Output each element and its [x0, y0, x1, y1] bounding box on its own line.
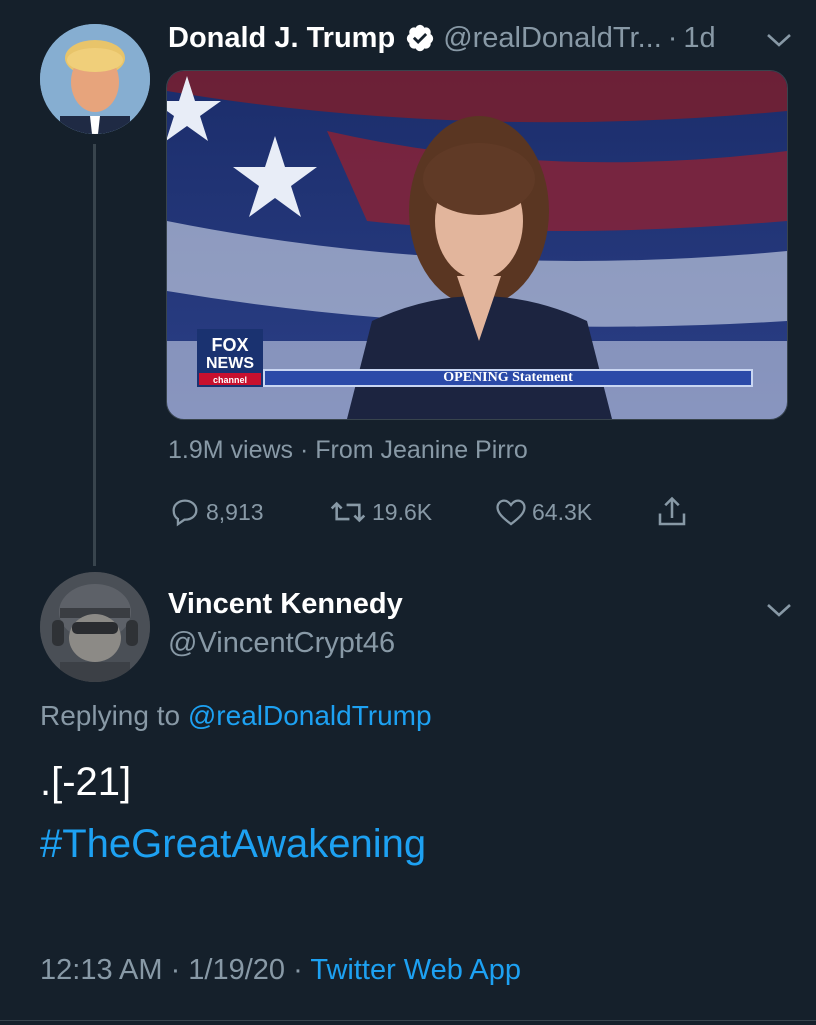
- tweet-actions: 8,913 19.6K 64.3K: [168, 492, 708, 532]
- timestamp: 12:13 AM · 1/19/20 ·: [40, 954, 303, 986]
- reply-count: 8,913: [206, 498, 264, 525]
- avatar-vincent-kennedy[interactable]: [40, 572, 150, 682]
- video-meta: 1.9M views · From Jeanine Pirro: [168, 436, 528, 464]
- like-button[interactable]: 64.3K: [494, 492, 592, 532]
- author-name[interactable]: Donald J. Trump: [168, 22, 395, 55]
- retweet-icon: [330, 501, 366, 523]
- verified-badge-icon: [405, 23, 435, 53]
- reply-chevron-down-icon[interactable]: [764, 600, 794, 620]
- heart-icon: [496, 499, 526, 526]
- hashtag-link[interactable]: #TheGreatAwakening: [40, 822, 426, 867]
- avatar-trump-image: [40, 24, 150, 134]
- tweet-header: Donald J. Trump @realDonaldTr... · 1d: [168, 18, 716, 58]
- share-icon: [658, 496, 686, 526]
- like-count: 64.3K: [532, 498, 593, 525]
- share-button[interactable]: [654, 492, 694, 532]
- reply-author-handle[interactable]: @VincentCrypt46: [168, 627, 395, 660]
- fox-logo-line3: channel: [213, 375, 247, 385]
- retweet-button[interactable]: 19.6K: [328, 492, 432, 532]
- replying-to-mention[interactable]: @realDonaldTrump: [188, 700, 432, 731]
- header-separator: ·: [667, 21, 678, 54]
- replying-prefix: Replying to: [40, 700, 181, 731]
- retweet-count: 19.6K: [372, 498, 433, 525]
- lower-third-banner: OPENING Statement: [263, 369, 753, 387]
- tweet-thread: Donald J. Trump @realDonaldTr... · 1d FO…: [0, 0, 816, 1025]
- fox-logo-line1: FOX: [211, 335, 248, 355]
- avatar-trump[interactable]: [40, 24, 150, 134]
- author-handle[interactable]: @realDonaldTr...: [443, 22, 662, 55]
- reply-author-name[interactable]: Vincent Kennedy: [168, 588, 403, 621]
- tweet-footer: 12:13 AM · 1/19/20 · Twitter Web App: [40, 954, 521, 987]
- replying-to-line: Replying to @realDonaldTrump: [40, 700, 432, 732]
- fox-logo-line2: NEWS: [206, 355, 254, 372]
- fox-news-logo: FOX NEWS channel: [197, 329, 263, 387]
- reply-tweet-text: .[-21]: [40, 760, 132, 804]
- thread-connector-line: [93, 144, 96, 566]
- video-player[interactable]: FOX NEWS channel OPENING Statement: [166, 70, 788, 420]
- reply-icon: [172, 499, 198, 527]
- bottom-divider: [0, 1020, 816, 1021]
- chevron-down-icon[interactable]: [764, 30, 794, 50]
- source-link[interactable]: Twitter Web App: [310, 954, 521, 986]
- reply-button[interactable]: 8,913: [168, 492, 264, 532]
- tweet-time[interactable]: 1d: [683, 22, 715, 55]
- avatar-vincent-kennedy-image: [40, 572, 150, 682]
